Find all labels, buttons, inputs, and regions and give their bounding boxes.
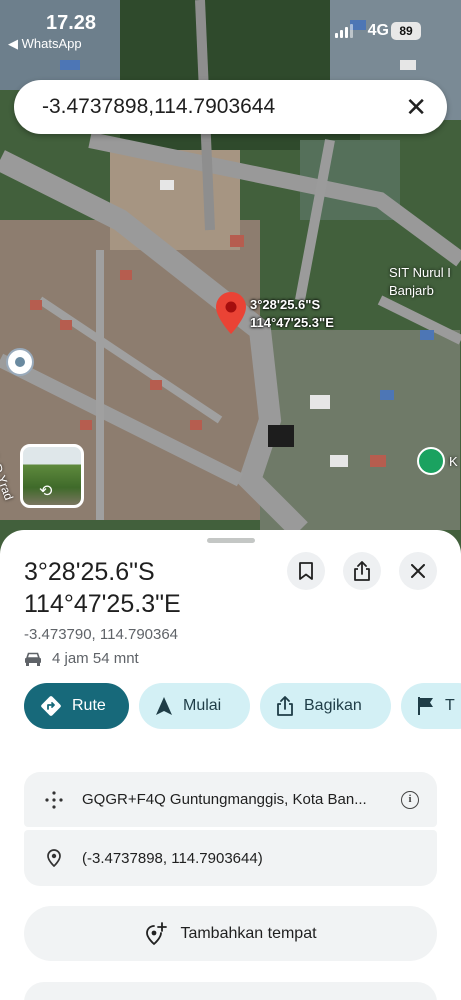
signal-icon — [335, 24, 353, 38]
street-view-thumbnail[interactable]: ⟲ — [20, 444, 84, 508]
car-icon — [25, 652, 41, 666]
title-lat: 3°28'25.6"S — [24, 558, 155, 586]
location-pin-icon — [47, 849, 61, 867]
share-chip-button[interactable]: Bagikan — [260, 683, 391, 729]
map-view[interactable]: 17.28 ◀ WhatsApp 4G 89 -3.4737898,114.79… — [0, 0, 461, 560]
share-button[interactable] — [343, 552, 381, 590]
directions-icon — [41, 696, 61, 716]
start-button[interactable]: Mulai — [139, 683, 250, 729]
route-label: Rute — [72, 697, 106, 714]
drive-time: 4 jam 54 mnt — [52, 650, 139, 667]
share-icon — [354, 561, 370, 581]
search-bar[interactable]: -3.4737898,114.7903644 ✕ — [14, 80, 447, 134]
next-card[interactable] — [24, 982, 437, 1000]
info-icon[interactable]: i — [401, 790, 419, 809]
flag-icon — [418, 697, 433, 715]
start-label: Mulai — [183, 697, 222, 714]
drag-handle[interactable] — [207, 538, 255, 543]
add-place-label: Tambahkan tempat — [180, 924, 317, 942]
network-type: 4G — [367, 22, 389, 39]
label-place-label: T — [445, 697, 455, 714]
close-icon[interactable]: ✕ — [405, 94, 427, 120]
street-view-icon: ⟲ — [39, 483, 53, 500]
pin-coordinate-label: 3°28'25.6"S 114°47'25.3"E — [250, 296, 334, 332]
plus-code-text: GQGR+F4Q Guntungmanggis, Kota Ban... — [82, 791, 367, 808]
coordinates-text: (-3.4737898, 114.7903644) — [82, 849, 263, 867]
add-place-button[interactable]: Tambahkan tempat — [24, 906, 437, 961]
share-label: Bagikan — [304, 697, 362, 714]
poi2-label: K — [449, 454, 458, 469]
status-bar: 17.28 ◀ WhatsApp 4G 89 — [0, 0, 461, 54]
search-input[interactable]: -3.4737898,114.7903644 — [42, 95, 405, 119]
close-sheet-button[interactable] — [399, 552, 437, 590]
location-pin-icon[interactable] — [216, 292, 246, 334]
add-location-icon — [146, 921, 168, 945]
back-to-app-link[interactable]: ◀ WhatsApp — [8, 36, 82, 52]
coordinates-row[interactable]: (-3.4737898, 114.7903644) — [24, 830, 437, 886]
place-title: 3°28'25.6"S 114°47'25.3"E — [24, 556, 181, 620]
poi-label[interactable]: SIT Nurul I Banjarb — [389, 264, 451, 300]
pin-label-lng: 114°47'25.3"E — [250, 315, 334, 330]
route-button[interactable]: Rute — [24, 683, 129, 729]
label-place-button[interactable]: T — [401, 683, 461, 729]
pin-label-lat: 3°28'25.6"S — [250, 297, 321, 312]
share-icon — [277, 696, 293, 716]
place-sheet: 3°28'25.6"S 114°47'25.3"E -3.473790, 114… — [0, 530, 461, 1000]
poi-name-line2: Banjarb — [389, 283, 434, 298]
decimal-coordinates: -3.473790, 114.790364 — [24, 626, 179, 643]
plus-code-icon — [45, 790, 63, 809]
battery-icon: 89 — [391, 22, 421, 40]
navigation-arrow-icon — [156, 697, 172, 715]
title-lng: 114°47'25.3"E — [24, 590, 181, 618]
plus-code-row[interactable]: GQGR+F4Q Guntungmanggis, Kota Ban... i — [24, 772, 437, 827]
status-time: 17.28 — [46, 12, 97, 34]
poi-name-line1: SIT Nurul I — [389, 265, 451, 280]
bookmark-icon — [299, 562, 313, 580]
my-location-icon[interactable] — [6, 348, 34, 376]
drive-time-row: 4 jam 54 mnt — [24, 650, 139, 667]
close-icon — [411, 564, 425, 578]
poi-marker-icon[interactable] — [417, 447, 445, 475]
save-button[interactable] — [287, 552, 325, 590]
action-chips: Rute Mulai Bagikan T — [24, 683, 461, 729]
